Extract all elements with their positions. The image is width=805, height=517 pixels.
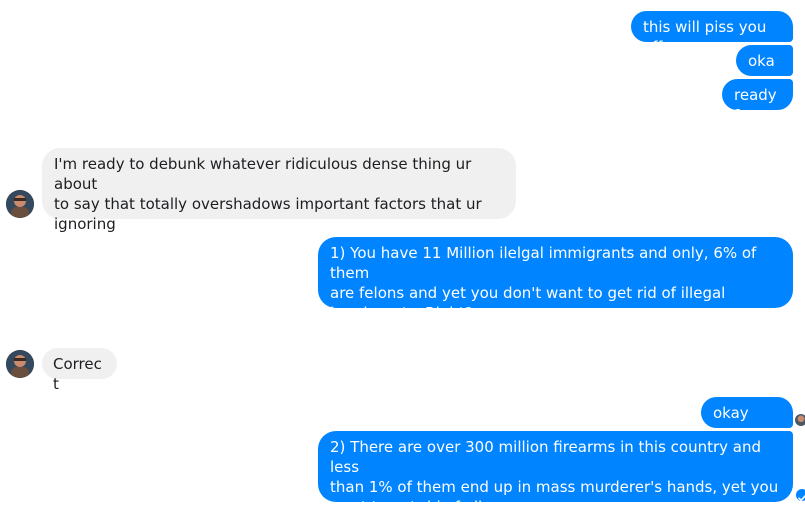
delivered-check-icon <box>796 489 805 502</box>
outgoing-message[interactable]: ready? <box>722 79 793 124</box>
incoming-message[interactable]: Correct <box>42 348 117 393</box>
contact-avatar[interactable] <box>6 350 34 378</box>
outgoing-message[interactable]: okay now <box>701 397 793 442</box>
outgoing-message[interactable]: 2) There are over 300 million firearms i… <box>318 431 793 516</box>
outgoing-message[interactable]: 1) You have 11 Million ilelgal immigrant… <box>318 237 793 322</box>
outgoing-message[interactable]: this will piss you off <box>631 11 793 56</box>
contact-avatar[interactable] <box>6 190 34 218</box>
seen-avatar-icon <box>795 414 805 426</box>
incoming-message[interactable]: I'm ready to debunk whatever ridiculous … <box>42 148 516 233</box>
outgoing-message[interactable]: okay <box>736 45 793 90</box>
